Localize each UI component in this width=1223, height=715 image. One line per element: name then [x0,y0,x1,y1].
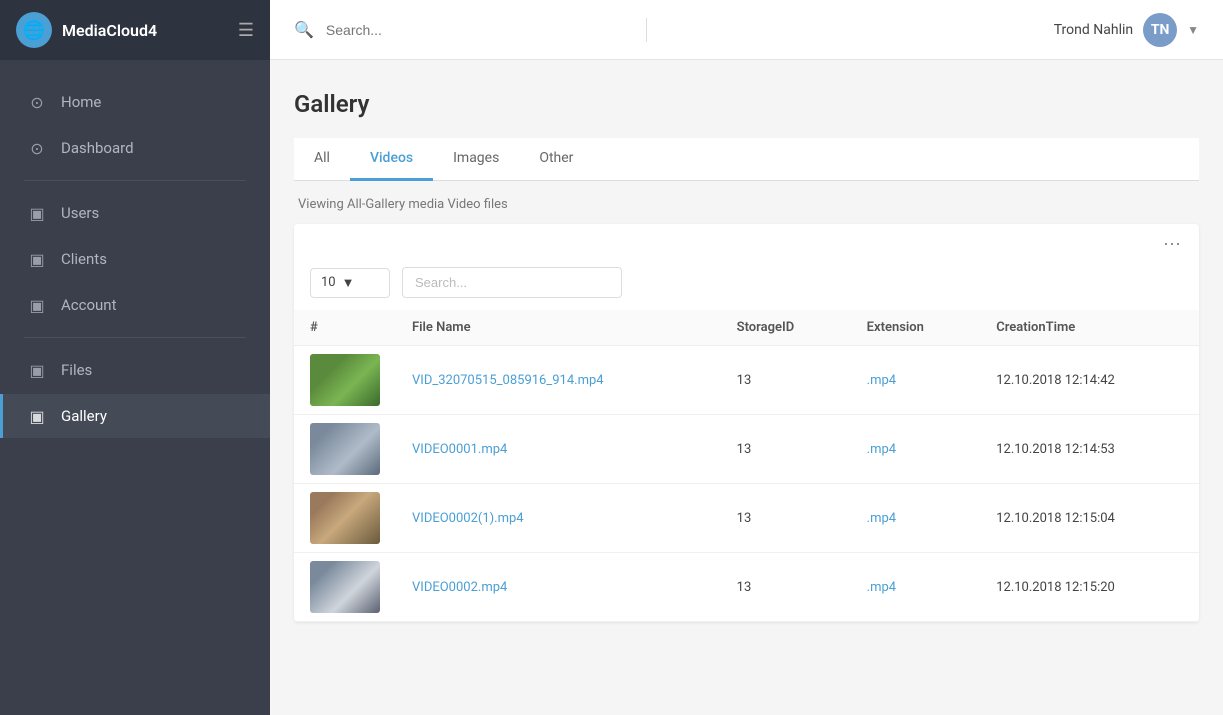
extension-link[interactable]: .mp4 [867,511,896,526]
sidebar-item-label: Files [61,361,92,379]
table-controls: 10 ▼ [294,261,1199,310]
col-storageid: StorageID [721,310,851,346]
table-toolbar: ⋯ [294,224,1199,261]
brand: 🌐 MediaCloud4 [16,12,157,48]
table-header: # File Name StorageID Extension Creation… [294,310,1199,346]
users-icon: ▣ [27,203,47,223]
sidebar-item-label: Dashboard [61,139,134,157]
cell-creationtime: 12.10.2018 12:15:04 [980,484,1199,553]
dashboard-icon: ⊙ [27,138,47,158]
cell-thumb [294,415,396,484]
cell-storageid: 13 [721,484,851,553]
cell-extension: .mp4 [851,415,981,484]
cell-creationtime: 12.10.2018 12:14:42 [980,346,1199,415]
avatar: TN [1143,13,1177,47]
extension-link[interactable]: .mp4 [867,580,896,595]
brand-title: MediaCloud4 [62,21,157,40]
file-link[interactable]: VIDEO0002(1).mp4 [412,511,524,526]
file-link[interactable]: VID_32070515_085916_914.mp4 [412,373,604,388]
extension-link[interactable]: .mp4 [867,373,896,388]
cell-extension: .mp4 [851,484,981,553]
topbar: 🔍 Trond Nahlin TN ▼ [270,0,1223,60]
cell-creationtime: 12.10.2018 12:14:53 [980,415,1199,484]
sidebar-item-account[interactable]: ▣ Account [0,283,270,327]
thumbnail [310,492,380,544]
topbar-divider [646,18,647,42]
search-input[interactable] [326,22,626,38]
cell-extension: .mp4 [851,553,981,622]
sidebar-item-files[interactable]: ▣ Files [0,348,270,392]
sidebar-header: 🌐 MediaCloud4 ☰ [0,0,270,60]
col-extension: Extension [851,310,981,346]
hamburger-icon[interactable]: ☰ [238,20,254,41]
tab-videos[interactable]: Videos [350,138,433,181]
sidebar-item-label: Users [61,204,99,222]
sidebar-item-clients[interactable]: ▣ Clients [0,237,270,281]
cell-thumb [294,346,396,415]
username-label: Trond Nahlin [1054,22,1133,38]
table-row: VIDEO0001.mp4 13 .mp4 12.10.2018 12:14:5… [294,415,1199,484]
sidebar-item-users[interactable]: ▣ Users [0,191,270,235]
per-page-select[interactable]: 10 ▼ [310,268,390,298]
sidebar-item-label: Account [61,296,117,314]
chevron-down-icon: ▼ [1187,23,1199,37]
table-search-input[interactable] [402,267,622,298]
cell-thumb [294,553,396,622]
tabs-bar: All Videos Images Other [294,138,1199,181]
col-creationtime: CreationTime [980,310,1199,346]
gallery-icon: ▣ [27,406,47,426]
sidebar-item-label: Gallery [61,407,107,425]
nav-divider [24,180,246,181]
sidebar-item-label: Clients [61,250,107,268]
content: Gallery All Videos Images Other Viewing … [270,60,1223,715]
status-text: Viewing All-Gallery media Video files [294,197,1199,212]
more-options-icon[interactable]: ⋯ [1163,234,1183,255]
thumbnail [310,561,380,613]
cell-storageid: 13 [721,346,851,415]
files-icon: ▣ [27,360,47,380]
sidebar-item-gallery[interactable]: ▣ Gallery [0,394,270,438]
cell-storageid: 13 [721,553,851,622]
sidebar-nav: ⊙ Home ⊙ Dashboard ▣ Users ▣ Clients ▣ A… [0,60,270,458]
nav-divider-2 [24,337,246,338]
cell-filename: VIDEO0002.mp4 [396,553,721,622]
table-body: VID_32070515_085916_914.mp4 13 .mp4 12.1… [294,346,1199,622]
cell-extension: .mp4 [851,346,981,415]
table-card: ⋯ 10 ▼ # File Name StorageID Extension C… [294,224,1199,622]
thumbnail [310,354,380,406]
extension-link[interactable]: .mp4 [867,442,896,457]
tab-all[interactable]: All [294,138,350,181]
sidebar-item-home[interactable]: ⊙ Home [0,80,270,124]
col-filename: File Name [396,310,721,346]
cell-creationtime: 12.10.2018 12:15:20 [980,553,1199,622]
cell-filename: VIDEO0002(1).mp4 [396,484,721,553]
home-icon: ⊙ [27,92,47,112]
user-menu[interactable]: Trond Nahlin TN ▼ [1054,13,1199,47]
thumbnail [310,423,380,475]
brand-icon: 🌐 [16,12,52,48]
files-table: # File Name StorageID Extension Creation… [294,310,1199,622]
tab-other[interactable]: Other [519,138,593,181]
clients-icon: ▣ [27,249,47,269]
cell-filename: VIDEO0001.mp4 [396,415,721,484]
search-icon: 🔍 [294,20,314,39]
page-title: Gallery [294,90,1199,118]
account-icon: ▣ [27,295,47,315]
sidebar: 🌐 MediaCloud4 ☰ ⊙ Home ⊙ Dashboard ▣ Use… [0,0,270,715]
col-thumb: # [294,310,396,346]
table-row: VIDEO0002(1).mp4 13 .mp4 12.10.2018 12:1… [294,484,1199,553]
per-page-value: 10 [321,275,336,290]
table-row: VID_32070515_085916_914.mp4 13 .mp4 12.1… [294,346,1199,415]
sidebar-item-label: Home [61,93,101,111]
cell-filename: VID_32070515_085916_914.mp4 [396,346,721,415]
per-page-chevron-icon: ▼ [342,275,355,291]
file-link[interactable]: VIDEO0001.mp4 [412,442,507,457]
cell-thumb [294,484,396,553]
sidebar-item-dashboard[interactable]: ⊙ Dashboard [0,126,270,170]
main: 🔍 Trond Nahlin TN ▼ Gallery All Videos I… [270,0,1223,715]
cell-storageid: 13 [721,415,851,484]
tab-images[interactable]: Images [433,138,519,181]
table-row: VIDEO0002.mp4 13 .mp4 12.10.2018 12:15:2… [294,553,1199,622]
file-link[interactable]: VIDEO0002.mp4 [412,580,507,595]
